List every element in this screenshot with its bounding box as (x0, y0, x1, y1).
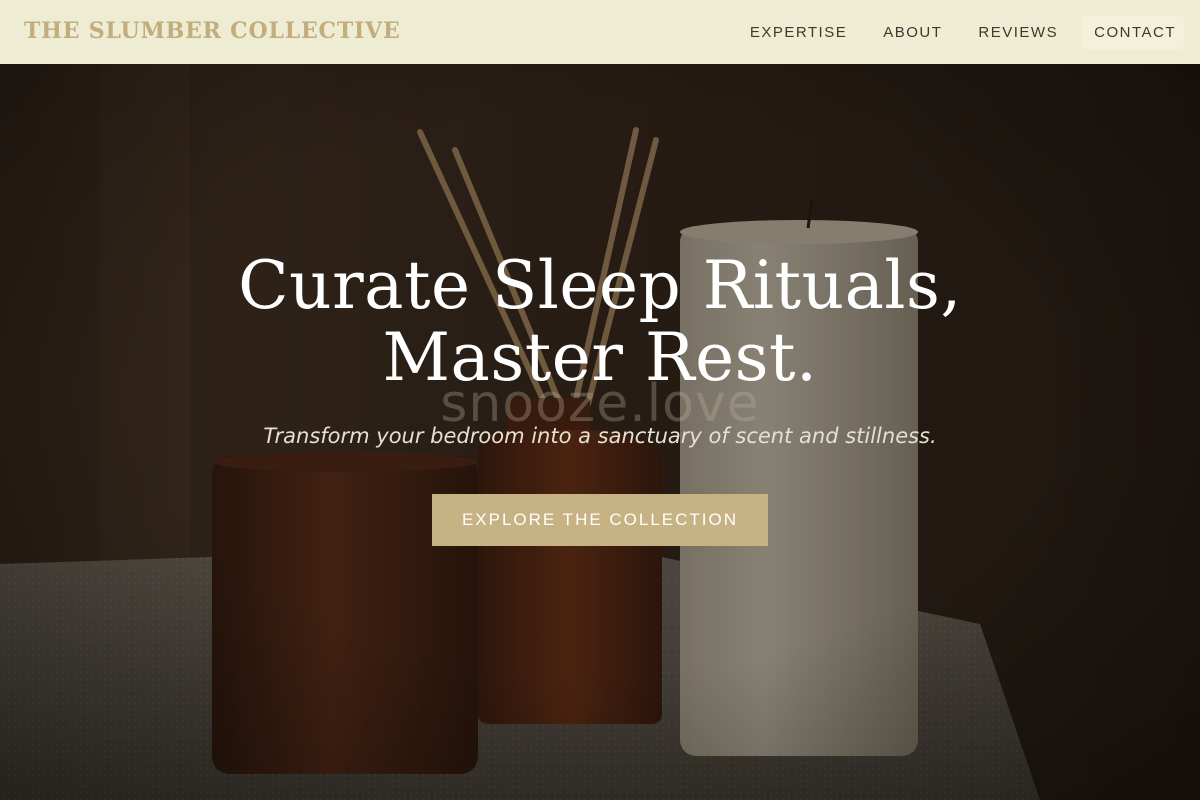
nav-contact[interactable]: CONTACT (1082, 15, 1184, 49)
hero-headline: Curate Sleep Rituals, Master Rest. (100, 250, 1100, 394)
hero-section: Curate Sleep Rituals, Master Rest. snooz… (0, 64, 1200, 800)
nav-expertise[interactable]: EXPERTISE (738, 16, 855, 49)
hero-subtitle: Transform your bedroom into a sanctuary … (263, 424, 937, 448)
explore-collection-button[interactable]: EXPLORE THE COLLECTION (432, 494, 768, 546)
hero-content: Curate Sleep Rituals, Master Rest. snooz… (0, 64, 1200, 800)
brand-logo[interactable]: THE SLUMBER COLLECTIVE (24, 18, 401, 44)
nav-about[interactable]: ABOUT (871, 16, 950, 49)
site-header: THE SLUMBER COLLECTIVE EXPERTISE ABOUT R… (0, 0, 1200, 64)
landing-page: THE SLUMBER COLLECTIVE EXPERTISE ABOUT R… (0, 0, 1200, 800)
nav-reviews[interactable]: REVIEWS (966, 16, 1066, 49)
headline-line-2: Master Rest. (382, 319, 818, 396)
main-nav: EXPERTISE ABOUT REVIEWS CONTACT (730, 0, 1184, 64)
headline-line-1: Curate Sleep Rituals, (238, 247, 962, 324)
